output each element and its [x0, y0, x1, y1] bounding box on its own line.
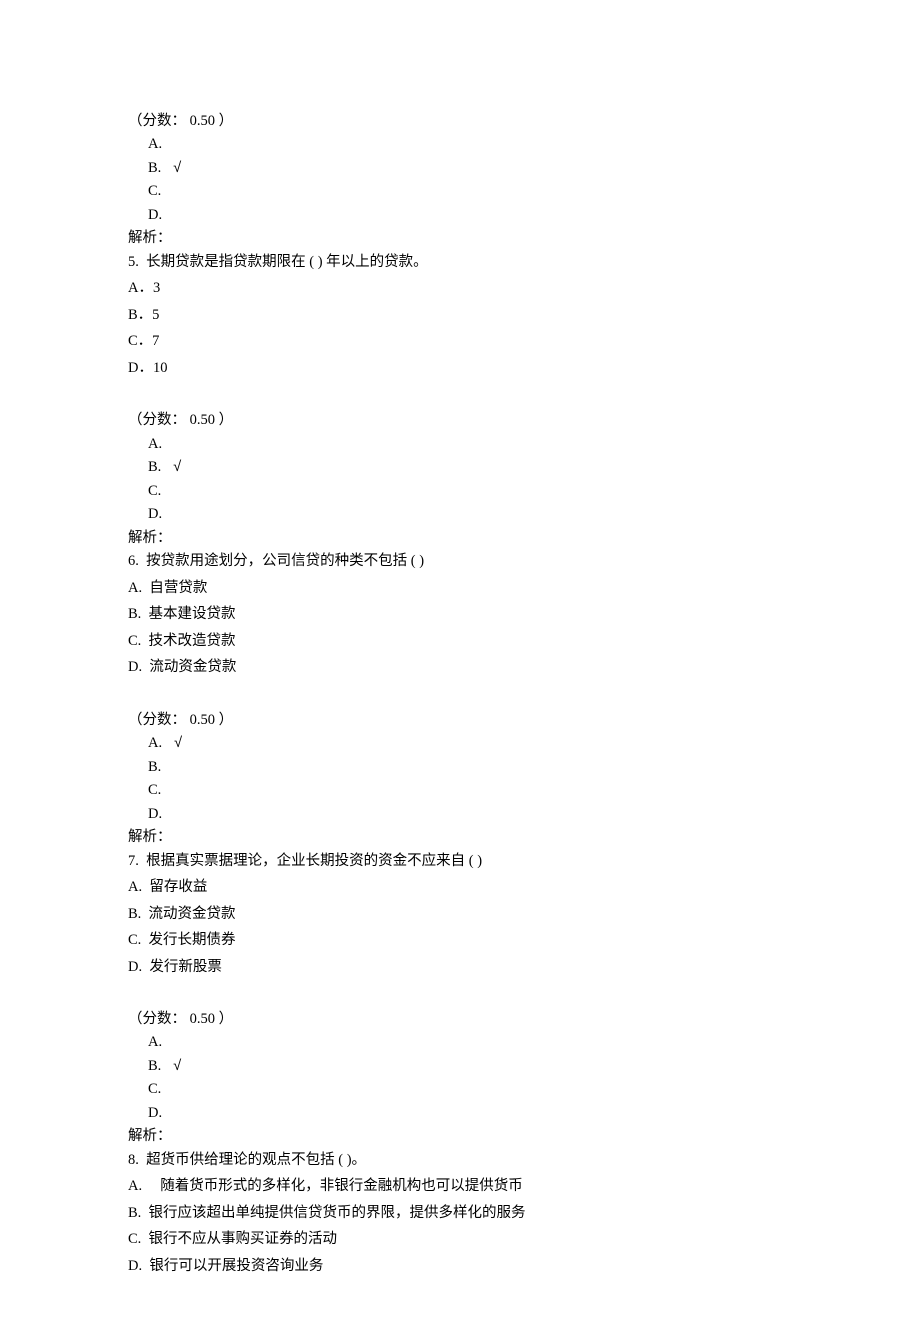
question-stem: 6. 按贷款用途划分，公司信贷的种类不包括 ( ) — [128, 550, 920, 573]
answer-option-c: C. — [128, 779, 920, 802]
option-b: B. 银行应该超出单纯提供信贷货币的界限，提供多样化的服务 — [128, 1202, 920, 1225]
option-d: D. 发行新股票 — [128, 956, 920, 979]
answer-option-a: A. — [128, 433, 920, 456]
score-label: （分数： 0.50 ） — [128, 1008, 920, 1031]
option-a: A. 随着货币形式的多样化，非银行金融机构也可以提供货币 — [128, 1175, 920, 1198]
check-mark-icon: √ — [174, 735, 182, 751]
question-5: 5. 长期贷款是指贷款期限在 ( ) 年以上的贷款。 A．3 B．5 C．7 D… — [128, 251, 920, 550]
answer-option-d: D. — [128, 803, 920, 826]
answer-option-c: C. — [128, 180, 920, 203]
answer-option-b: B. — [128, 756, 920, 779]
answer-option-d: D. — [128, 503, 920, 526]
option-c: C. 发行长期债券 — [128, 929, 920, 952]
score-label: （分数： 0.50 ） — [128, 409, 920, 432]
option-c: C. 银行不应从事购买证券的活动 — [128, 1228, 920, 1251]
option-d: D. 流动资金贷款 — [128, 656, 920, 679]
score-label: （分数： 0.50 ） — [128, 709, 920, 732]
answer-option-b-label: B. — [148, 160, 161, 176]
question-7: 7. 根据真实票据理论，企业长期投资的资金不应来自 ( ) A. 留存收益 B.… — [128, 850, 920, 1149]
option-a: A. 留存收益 — [128, 876, 920, 899]
question-stem: 8. 超货币供给理论的观点不包括 ( )。 — [128, 1149, 920, 1172]
option-a: A．3 — [128, 277, 920, 300]
question-stem: 7. 根据真实票据理论，企业长期投资的资金不应来自 ( ) — [128, 850, 920, 873]
answer-option-b-label: B. — [148, 1058, 161, 1074]
answer-option-d: D. — [128, 204, 920, 227]
analysis-label: 解析： — [128, 1125, 920, 1148]
answer-option-b: B. √ — [128, 1055, 920, 1078]
option-d: D. 银行可以开展投资咨询业务 — [128, 1255, 920, 1278]
option-b: B. 基本建设贷款 — [128, 603, 920, 626]
option-b: B. 流动资金贷款 — [128, 903, 920, 926]
answer-option-a-label: A. — [148, 735, 162, 751]
analysis-label: 解析： — [128, 527, 920, 550]
option-a: A. 自营贷款 — [128, 577, 920, 600]
option-c: C．7 — [128, 330, 920, 353]
answer-option-a: A. √ — [128, 732, 920, 755]
option-b: B．5 — [128, 304, 920, 327]
score-label: （分数： 0.50 ） — [128, 110, 920, 133]
answer-option-a: A. — [128, 133, 920, 156]
answer-option-b: B. √ — [128, 157, 920, 180]
question-6: 6. 按贷款用途划分，公司信贷的种类不包括 ( ) A. 自营贷款 B. 基本建… — [128, 550, 920, 849]
check-mark-icon: √ — [173, 1058, 181, 1074]
question-4-tail: （分数： 0.50 ） A. B. √ C. D. 解析： — [128, 110, 920, 251]
check-mark-icon: √ — [173, 160, 181, 176]
question-stem: 5. 长期贷款是指贷款期限在 ( ) 年以上的贷款。 — [128, 251, 920, 274]
question-8: 8. 超货币供给理论的观点不包括 ( )。 A. 随着货币形式的多样化，非银行金… — [128, 1149, 920, 1278]
answer-option-b: B. √ — [128, 456, 920, 479]
answer-option-d: D. — [128, 1102, 920, 1125]
check-mark-icon: √ — [173, 459, 181, 475]
answer-option-c: C. — [128, 480, 920, 503]
option-d: D．10 — [128, 357, 920, 380]
option-c: C. 技术改造贷款 — [128, 630, 920, 653]
answer-option-c: C. — [128, 1078, 920, 1101]
analysis-label: 解析： — [128, 826, 920, 849]
answer-option-b-label: B. — [148, 459, 161, 475]
analysis-label: 解析： — [128, 227, 920, 250]
answer-option-a: A. — [128, 1031, 920, 1054]
